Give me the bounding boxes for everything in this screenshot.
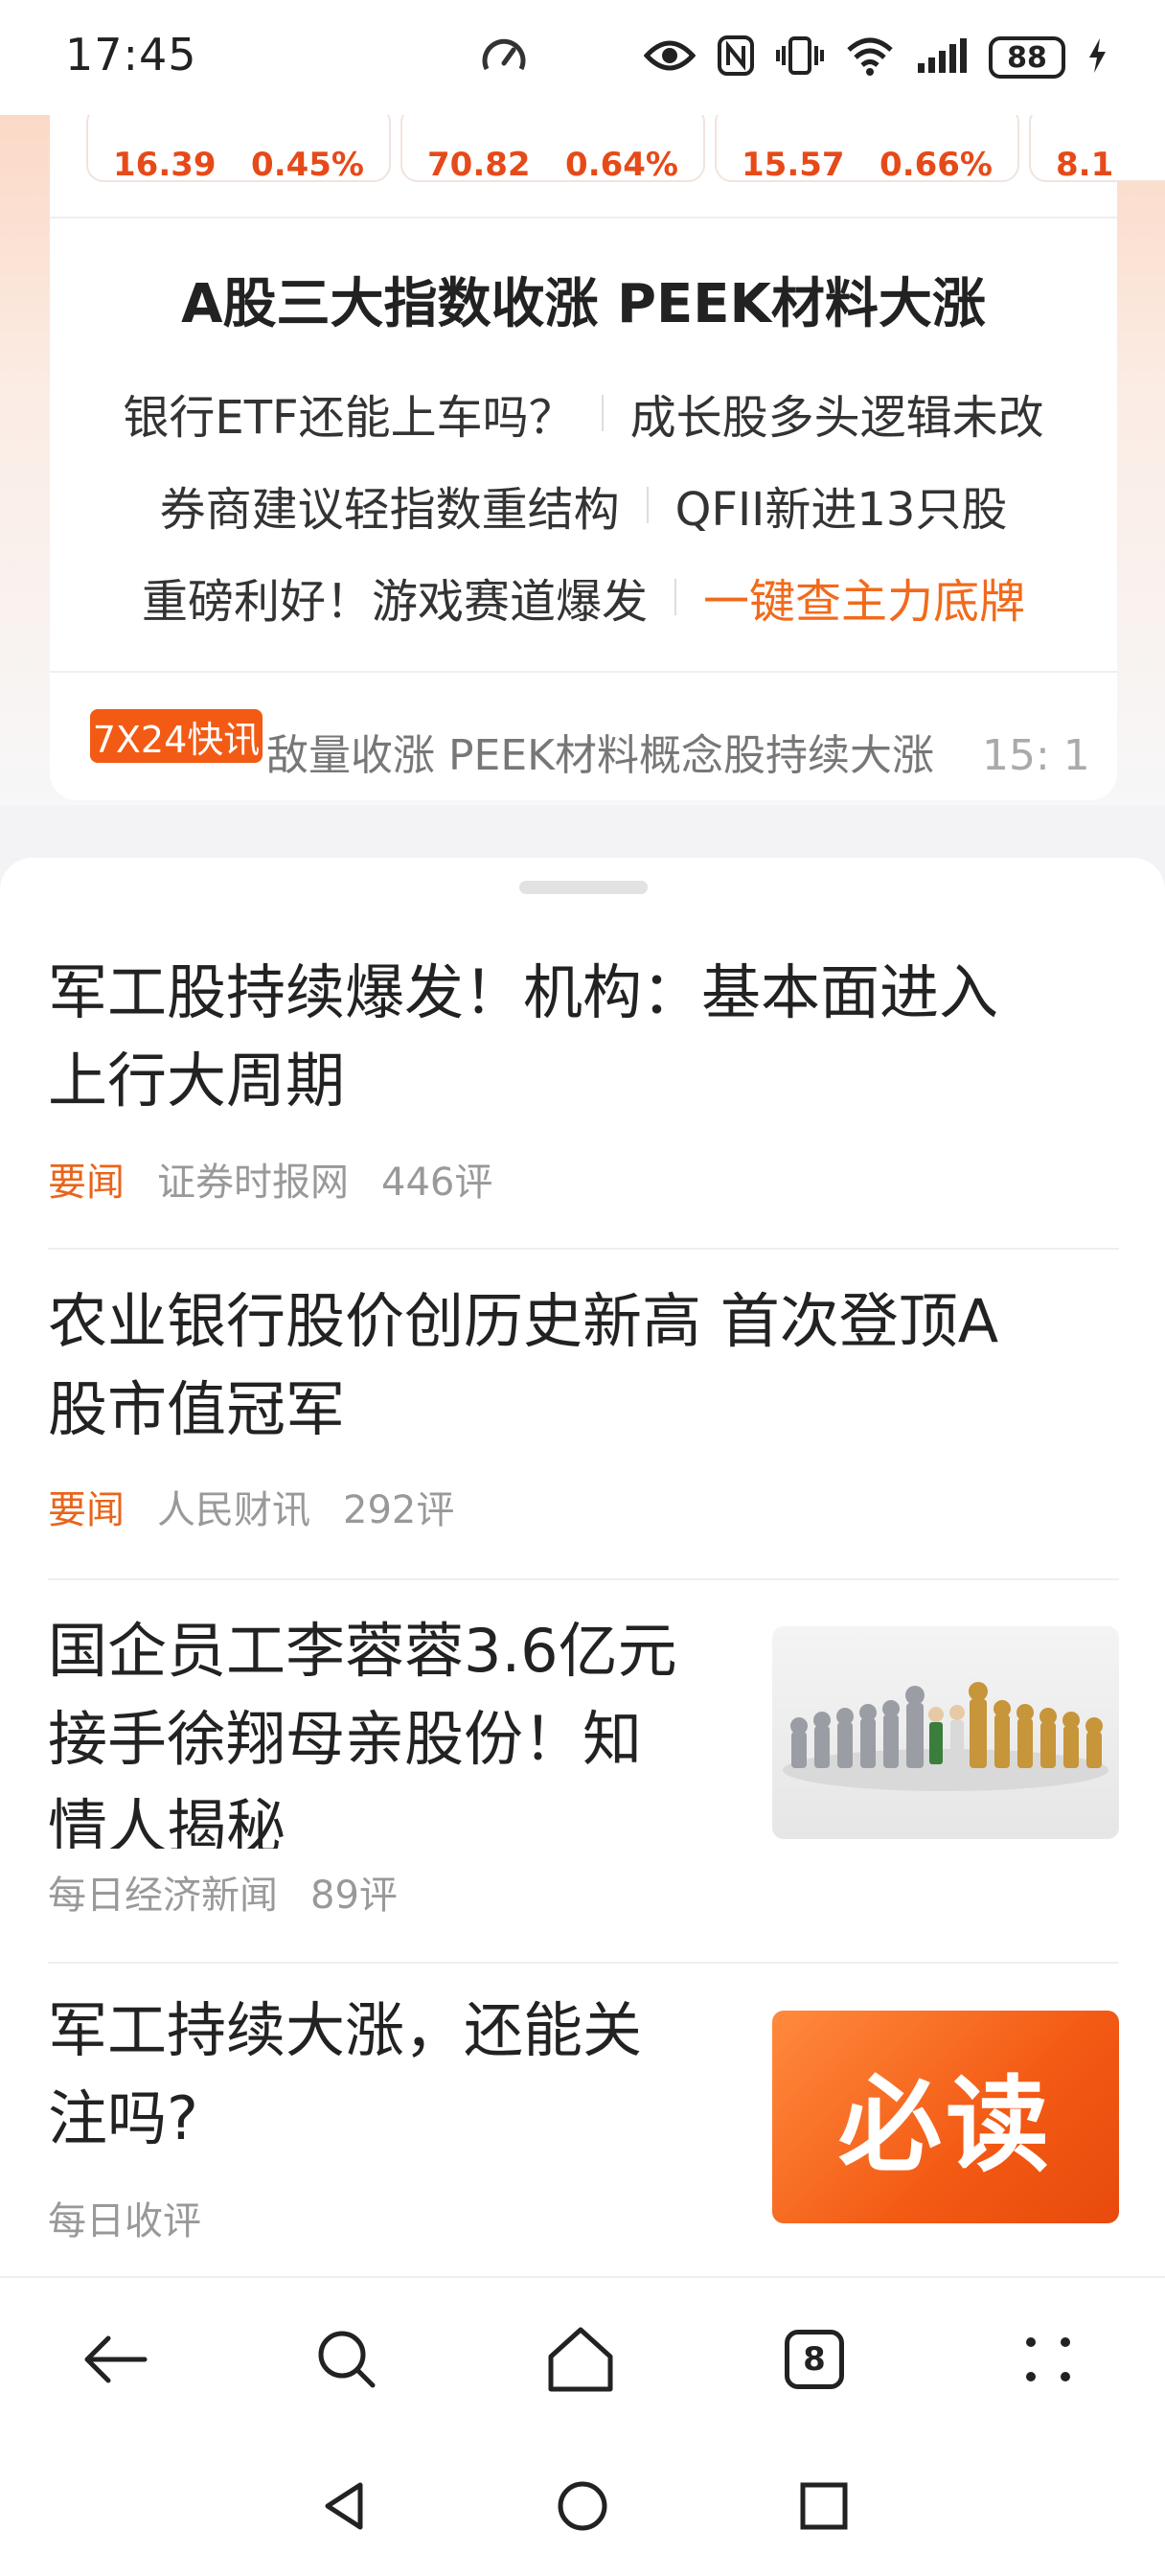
quote-value: 15.57	[742, 146, 845, 184]
eye-icon	[643, 36, 697, 79]
news-source: 每日经济新闻	[48, 1874, 278, 1918]
flash-news-text: 敌量收涨 PEEK材料概念股持续大涨	[266, 731, 934, 780]
status-time: 17:45	[65, 29, 197, 80]
news-title[interactable]: 军工股持续爆发！机构：基本面进入 上行大周期	[48, 949, 1131, 1125]
wifi-icon	[845, 34, 895, 80]
nfc-icon	[717, 34, 755, 80]
news-tag: 要闻	[48, 1161, 125, 1205]
divider	[50, 217, 1117, 218]
quote-card[interactable]: 16.39 0.45%	[86, 115, 391, 184]
news-source: 每日收评	[48, 2199, 201, 2243]
separator	[674, 579, 676, 615]
square-recents-icon	[800, 2482, 848, 2530]
main-force-link[interactable]: 一键查主力底牌	[703, 564, 1025, 631]
back-arrow-icon	[84, 2335, 148, 2383]
news-meta: 要闻 人民财讯 292评	[48, 1479, 454, 1534]
tabs-button[interactable]: 8	[766, 2316, 862, 2403]
topic-link[interactable]: 成长股多头逻辑未改	[630, 380, 1044, 447]
news-title[interactable]: 军工持续大涨，还能关 注吗?	[48, 1987, 738, 2163]
divider	[48, 1962, 1119, 1964]
tab-count: 8	[785, 2330, 844, 2389]
quote-value: 16.39	[113, 146, 217, 184]
news-comments: 89评	[310, 1874, 398, 1918]
separator	[646, 487, 649, 523]
topic-links-row: 重磅利好！游戏赛道爆发 一键查主力底牌	[50, 564, 1117, 631]
charging-icon	[1086, 36, 1108, 79]
news-source: 证券时报网	[157, 1161, 349, 1205]
market-headline[interactable]: A股三大指数收涨 PEEK材料大涨	[50, 261, 1117, 338]
flash-news-time: 15: 17	[981, 731, 1090, 780]
quote-change: 0.64%	[565, 146, 678, 184]
news-thumbnail-must-read[interactable]: 必读	[772, 2011, 1119, 2223]
quote-row[interactable]: 16.39 0.45% 70.82 0.64% 15.57 0.66% 8.1	[86, 115, 1165, 187]
quote-value: 70.82	[427, 146, 531, 184]
topic-link[interactable]: 重磅利好！游戏赛道爆发	[142, 564, 648, 631]
search-icon	[318, 2331, 376, 2388]
status-bar: 17:45 88	[0, 0, 1165, 115]
topic-link[interactable]: 银行ETF还能上车吗？	[123, 380, 574, 447]
news-feed[interactable]: 军工股持续爆发！机构：基本面进入 上行大周期 要闻 证券时报网 446评 农业银行股…	[0, 858, 1165, 2276]
system-recents-button[interactable]	[776, 2463, 872, 2549]
quote-change: 0.45%	[251, 146, 364, 184]
flash-news-badge: 7X24快讯	[90, 709, 263, 763]
topic-links-row: 券商建议轻指数重结构 QFII新进13只股	[50, 472, 1117, 539]
news-comments: 446评	[381, 1161, 493, 1205]
quote-change: 0.66%	[879, 146, 993, 184]
menu-button[interactable]	[1000, 2316, 1096, 2403]
thumbnail-text: 必读	[837, 2066, 1053, 2186]
system-home-button[interactable]	[535, 2463, 630, 2549]
search-button[interactable]	[299, 2316, 395, 2403]
browser-toolbar: 8	[0, 2276, 1165, 2439]
signal-icon	[916, 36, 968, 79]
system-back-button[interactable]	[297, 2463, 393, 2549]
news-thumbnail-chess[interactable]	[772, 1626, 1119, 1839]
quote-value: 8.1	[1056, 146, 1114, 184]
news-meta: 要闻 证券时报网 446评	[48, 1151, 492, 1207]
drag-handle[interactable]	[519, 881, 648, 894]
topic-links-row: 银行ETF还能上车吗？ 成长股多头逻辑未改	[50, 380, 1117, 447]
quote-card[interactable]: 70.82 0.64%	[400, 115, 705, 184]
battery-icon: 88	[989, 36, 1065, 79]
home-icon	[548, 2327, 613, 2392]
news-meta: 每日经济新闻 89评	[48, 1864, 398, 1920]
vibrate-icon	[776, 34, 824, 80]
quote-card[interactable]: 15.57 0.66%	[715, 115, 1019, 184]
news-source: 人民财讯	[157, 1488, 310, 1532]
back-button[interactable]	[67, 2316, 163, 2403]
divider	[48, 1578, 1119, 1580]
news-title[interactable]: 农业银行股价创历史新高 首次登顶A 股市值冠军	[48, 1277, 1131, 1454]
separator	[601, 395, 604, 431]
dots-menu-icon	[1026, 2337, 1070, 2381]
news-comments: 292评	[343, 1488, 455, 1532]
system-navigation-bar	[0, 2439, 1165, 2576]
triangle-back-icon	[325, 2482, 363, 2530]
divider	[48, 1248, 1119, 1250]
speed-icon	[479, 33, 529, 86]
circle-home-icon	[558, 2481, 607, 2531]
quote-card[interactable]: 8.1	[1029, 115, 1165, 184]
status-icons: 88	[643, 29, 1108, 86]
topic-link[interactable]: QFII新进13只股	[675, 472, 1008, 539]
topic-link[interactable]: 券商建议轻指数重结构	[160, 472, 620, 539]
news-tag: 要闻	[48, 1488, 125, 1532]
flash-news-ticker[interactable]: 敌量收涨 PEEK材料概念股持续大涨 15: 17	[266, 721, 1090, 782]
home-button[interactable]	[533, 2316, 628, 2403]
news-meta: 每日收评	[48, 2190, 201, 2245]
divider	[50, 671, 1117, 673]
news-title[interactable]: 国企员工李蓉蓉3.6亿元 接手徐翔母亲股份！知 情人揭秘	[48, 1607, 738, 1849]
